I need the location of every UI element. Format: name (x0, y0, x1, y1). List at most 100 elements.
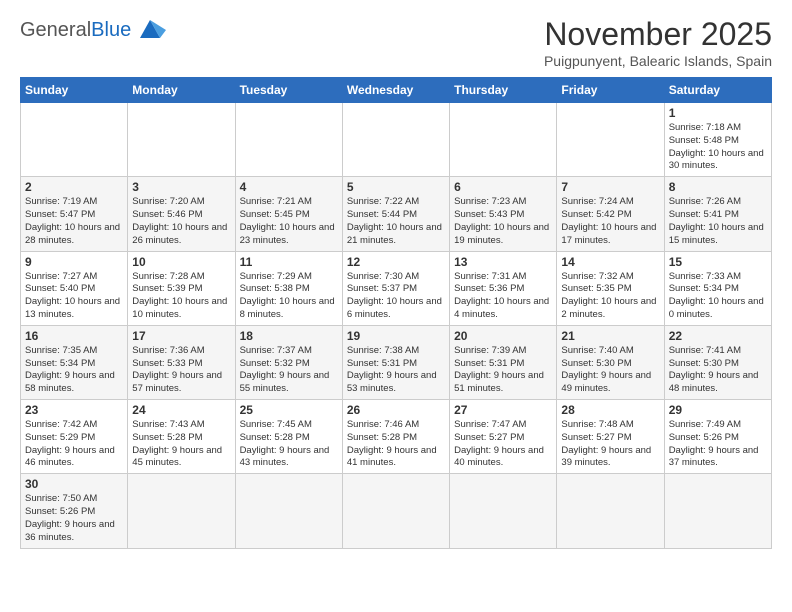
calendar-cell: 17 Sunrise: 7:36 AM Sunset: 5:33 PM Dayli… (128, 325, 235, 399)
calendar-cell: 22 Sunrise: 7:41 AM Sunset: 5:30 PM Dayli… (664, 325, 771, 399)
title-block: November 2025 Puigpunyent, Balearic Isla… (544, 16, 772, 69)
calendar-cell: 8Sunrise: 7:26 AM Sunset: 5:41 PM Daylig… (664, 177, 771, 251)
day-info: Sunrise: 7:20 AM Sunset: 5:46 PM Dayligh… (132, 196, 230, 247)
day-info: Sunrise: 7:47 AM Sunset: 5:27 PM Dayligh… (454, 419, 552, 470)
calendar-week-row: 16 Sunrise: 7:35 AM Sunset: 5:34 PM Dayli… (21, 325, 772, 399)
calendar-cell: 7Sunrise: 7:24 AM Sunset: 5:42 PM Daylig… (557, 177, 664, 251)
day-number: 20 (454, 329, 552, 343)
day-info: Sunrise: 7:36 AM Sunset: 5:33 PM Dayligh… (132, 345, 230, 396)
calendar-week-row: 23 Sunrise: 7:42 AM Sunset: 5:29 PM Dayli… (21, 400, 772, 474)
logo: General Blue (20, 16, 166, 44)
day-number: 7 (561, 180, 659, 194)
calendar-cell: 20 Sunrise: 7:39 AM Sunset: 5:31 PM Dayli… (450, 325, 557, 399)
calendar-cell (557, 474, 664, 548)
day-of-week-sunday: Sunday (21, 78, 128, 103)
calendar-cell: 12Sunrise: 7:30 AM Sunset: 5:37 PM Dayli… (342, 251, 449, 325)
day-number: 12 (347, 255, 445, 269)
calendar-cell (664, 474, 771, 548)
day-number: 29 (669, 403, 767, 417)
calendar-cell (557, 103, 664, 177)
day-info: Sunrise: 7:38 AM Sunset: 5:31 PM Dayligh… (347, 345, 445, 396)
day-number: 22 (669, 329, 767, 343)
day-info: Sunrise: 7:42 AM Sunset: 5:29 PM Dayligh… (25, 419, 123, 470)
day-number: 15 (669, 255, 767, 269)
calendar-cell (342, 474, 449, 548)
calendar-cell: 24 Sunrise: 7:43 AM Sunset: 5:28 PM Dayli… (128, 400, 235, 474)
day-number: 10 (132, 255, 230, 269)
day-of-week-monday: Monday (128, 78, 235, 103)
day-info: Sunrise: 7:48 AM Sunset: 5:27 PM Dayligh… (561, 419, 659, 470)
calendar-cell: 14 Sunrise: 7:32 AM Sunset: 5:35 PM Dayli… (557, 251, 664, 325)
day-number: 9 (25, 255, 123, 269)
calendar-cell: 26 Sunrise: 7:46 AM Sunset: 5:28 PM Dayli… (342, 400, 449, 474)
day-number: 28 (561, 403, 659, 417)
calendar-cell: 21Sunrise: 7:40 AM Sunset: 5:30 PM Dayli… (557, 325, 664, 399)
logo-icon (134, 16, 166, 44)
day-info: Sunrise: 7:26 AM Sunset: 5:41 PM Dayligh… (669, 196, 767, 247)
calendar-cell: 28 Sunrise: 7:48 AM Sunset: 5:27 PM Dayli… (557, 400, 664, 474)
day-info: Sunrise: 7:33 AM Sunset: 5:34 PM Dayligh… (669, 271, 767, 322)
day-number: 5 (347, 180, 445, 194)
calendar-cell (21, 103, 128, 177)
day-info: Sunrise: 7:39 AM Sunset: 5:31 PM Dayligh… (454, 345, 552, 396)
day-of-week-friday: Friday (557, 78, 664, 103)
logo-general-text: General (20, 19, 91, 42)
day-info: Sunrise: 7:43 AM Sunset: 5:28 PM Dayligh… (132, 419, 230, 470)
day-info: Sunrise: 7:29 AM Sunset: 5:38 PM Dayligh… (240, 271, 338, 322)
page: General Blue November 2025 Puigpunyent, … (0, 0, 792, 559)
calendar-cell (128, 103, 235, 177)
day-info: Sunrise: 7:18 AM Sunset: 5:48 PM Dayligh… (669, 122, 767, 173)
day-info: Sunrise: 7:46 AM Sunset: 5:28 PM Dayligh… (347, 419, 445, 470)
day-number: 16 (25, 329, 123, 343)
day-number: 14 (561, 255, 659, 269)
day-info: Sunrise: 7:21 AM Sunset: 5:45 PM Dayligh… (240, 196, 338, 247)
day-of-week-wednesday: Wednesday (342, 78, 449, 103)
calendar-cell: 16 Sunrise: 7:35 AM Sunset: 5:34 PM Dayli… (21, 325, 128, 399)
logo-blue-text: Blue (91, 19, 131, 42)
day-info: Sunrise: 7:23 AM Sunset: 5:43 PM Dayligh… (454, 196, 552, 247)
calendar-cell (450, 474, 557, 548)
calendar-cell: 5 Sunrise: 7:22 AM Sunset: 5:44 PM Daylig… (342, 177, 449, 251)
calendar-cell (342, 103, 449, 177)
day-number: 13 (454, 255, 552, 269)
calendar-cell (450, 103, 557, 177)
calendar-cell: 10Sunrise: 7:28 AM Sunset: 5:39 PM Dayli… (128, 251, 235, 325)
day-info: Sunrise: 7:27 AM Sunset: 5:40 PM Dayligh… (25, 271, 123, 322)
day-number: 11 (240, 255, 338, 269)
day-number: 26 (347, 403, 445, 417)
calendar-cell: 27Sunrise: 7:47 AM Sunset: 5:27 PM Dayli… (450, 400, 557, 474)
day-of-week-tuesday: Tuesday (235, 78, 342, 103)
day-number: 6 (454, 180, 552, 194)
day-number: 23 (25, 403, 123, 417)
month-year: November 2025 (544, 16, 772, 53)
calendar-cell: 1 Sunrise: 7:18 AM Sunset: 5:48 PM Daylig… (664, 103, 771, 177)
day-info: Sunrise: 7:41 AM Sunset: 5:30 PM Dayligh… (669, 345, 767, 396)
calendar-week-row: 9 Sunrise: 7:27 AM Sunset: 5:40 PM Daylig… (21, 251, 772, 325)
calendar-cell: 18Sunrise: 7:37 AM Sunset: 5:32 PM Dayli… (235, 325, 342, 399)
calendar-cell (128, 474, 235, 548)
day-number: 19 (347, 329, 445, 343)
day-info: Sunrise: 7:37 AM Sunset: 5:32 PM Dayligh… (240, 345, 338, 396)
day-info: Sunrise: 7:35 AM Sunset: 5:34 PM Dayligh… (25, 345, 123, 396)
calendar-cell (235, 103, 342, 177)
day-info: Sunrise: 7:50 AM Sunset: 5:26 PM Dayligh… (25, 493, 123, 544)
calendar-cell: 6 Sunrise: 7:23 AM Sunset: 5:43 PM Daylig… (450, 177, 557, 251)
day-info: Sunrise: 7:49 AM Sunset: 5:26 PM Dayligh… (669, 419, 767, 470)
location: Puigpunyent, Balearic Islands, Spain (544, 53, 772, 69)
calendar-cell: 25Sunrise: 7:45 AM Sunset: 5:28 PM Dayli… (235, 400, 342, 474)
day-info: Sunrise: 7:31 AM Sunset: 5:36 PM Dayligh… (454, 271, 552, 322)
day-info: Sunrise: 7:32 AM Sunset: 5:35 PM Dayligh… (561, 271, 659, 322)
day-number: 25 (240, 403, 338, 417)
day-number: 21 (561, 329, 659, 343)
calendar-cell: 9 Sunrise: 7:27 AM Sunset: 5:40 PM Daylig… (21, 251, 128, 325)
calendar-week-row: 2 Sunrise: 7:19 AM Sunset: 5:47 PM Daylig… (21, 177, 772, 251)
calendar-cell: 19 Sunrise: 7:38 AM Sunset: 5:31 PM Dayli… (342, 325, 449, 399)
calendar-cell: 15 Sunrise: 7:33 AM Sunset: 5:34 PM Dayli… (664, 251, 771, 325)
day-number: 1 (669, 106, 767, 120)
day-info: Sunrise: 7:22 AM Sunset: 5:44 PM Dayligh… (347, 196, 445, 247)
day-number: 24 (132, 403, 230, 417)
day-number: 2 (25, 180, 123, 194)
day-number: 3 (132, 180, 230, 194)
day-info: Sunrise: 7:19 AM Sunset: 5:47 PM Dayligh… (25, 196, 123, 247)
day-number: 17 (132, 329, 230, 343)
